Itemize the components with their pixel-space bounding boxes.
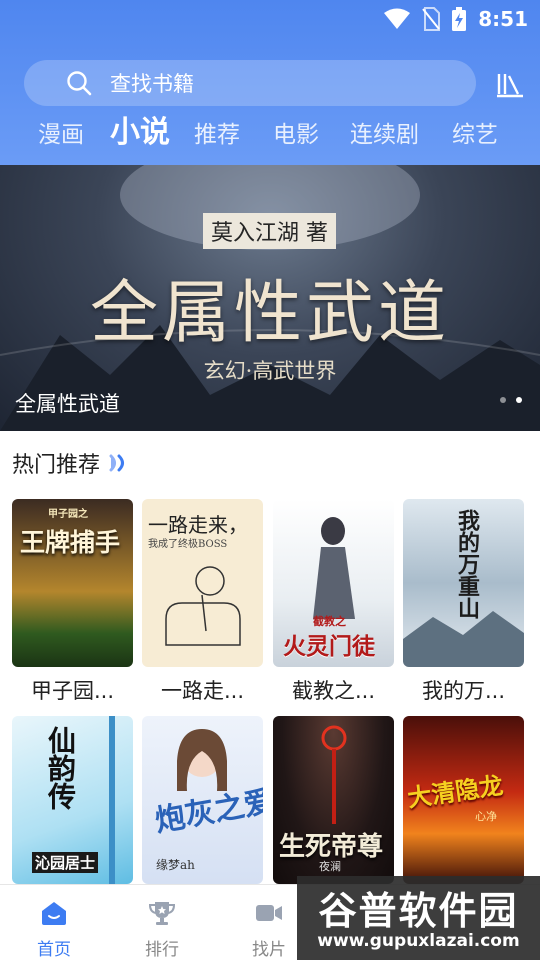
book-card[interactable]: 一路走来， 我成了终极BOSS 一路走...: [142, 499, 263, 705]
cover-title: 我的万重山: [454, 509, 480, 619]
tab-novel[interactable]: 小说: [110, 110, 170, 156]
nav-ranking[interactable]: 排行: [122, 885, 202, 960]
book-cover[interactable]: 生死帝尊 夜澜: [273, 716, 394, 884]
battery-charging-icon: [452, 7, 467, 31]
watermark-title: 谷普软件园: [318, 889, 519, 933]
book-title: 我的万...: [421, 679, 506, 703]
home-icon: [42, 902, 66, 925]
cover-title: 大清隐龙: [405, 770, 505, 813]
tab-movie[interactable]: 电影: [273, 112, 319, 158]
bookshelf-icon[interactable]: [496, 70, 524, 98]
search-input[interactable]: 查找书籍: [24, 60, 476, 106]
cover-title: 王牌捕手: [20, 528, 121, 557]
nav-label: 首页: [37, 940, 71, 960]
cover-subtitle: 我成了终极BOSS: [148, 539, 228, 550]
book-card[interactable]: 我的万重山 我的万...: [403, 499, 524, 705]
double-arrow-icon: [109, 454, 125, 472]
cover-title: 仙韵传: [44, 726, 77, 810]
book-cover[interactable]: 大清隐龙 心净: [403, 716, 524, 884]
book-cover[interactable]: 炮灰之爱 缘梦ah: [142, 716, 263, 884]
search-icon: [67, 71, 92, 96]
carousel-indicator: [500, 397, 522, 403]
banner-carousel[interactable]: 莫入江湖 著 全属性武道 玄幻·高武世界 全属性武道: [0, 165, 540, 431]
cover-subtitle: 心净: [475, 810, 497, 823]
cover-illustration: [165, 566, 241, 646]
banner-author-tag: 莫入江湖 著: [203, 213, 336, 249]
banner-author: 莫入江湖 著: [211, 221, 328, 246]
carousel-dot-active[interactable]: [516, 397, 522, 403]
cover-illustration: [177, 729, 227, 791]
book-card[interactable]: 大清隐龙 心净: [403, 716, 524, 884]
banner-genre: 玄幻·高武世界: [203, 359, 337, 383]
book-card[interactable]: 截教之 火灵门徒 截教之...: [273, 499, 394, 705]
cover-title: 火灵门徒: [283, 633, 375, 660]
book-title: 一路走...: [160, 679, 245, 703]
book-cover[interactable]: 甲子园之 王牌捕手: [12, 499, 133, 667]
video-camera-icon: [256, 905, 282, 921]
category-tabs: 漫画 小说 推荐 电影 连续剧 综艺: [0, 112, 540, 158]
nav-home[interactable]: 首页: [14, 885, 94, 960]
book-cover[interactable]: 截教之 火灵门徒: [273, 499, 394, 667]
nav-label: 排行: [145, 940, 179, 960]
watermark-url: www.gupuxlazai.com: [317, 931, 520, 951]
tab-tv-series[interactable]: 连续剧: [350, 112, 419, 158]
section-title: 热门推荐: [12, 453, 101, 478]
book-cover[interactable]: 我的万重山: [403, 499, 524, 667]
cover-subtitle: 沁园居士: [32, 852, 99, 873]
book-card[interactable]: 炮灰之爱 缘梦ah: [142, 716, 263, 884]
cover-subtitle: 夜澜: [319, 860, 341, 873]
book-cover[interactable]: 仙韵传 沁园居士: [12, 716, 133, 884]
search-placeholder: 查找书籍: [110, 72, 194, 96]
banner-caption: 全属性武道: [15, 392, 120, 416]
cover-sword-illustration: [109, 716, 115, 884]
cover-subtitle: 缘梦ah: [156, 858, 195, 872]
book-card[interactable]: 仙韵传 沁园居士: [12, 716, 133, 884]
top-header: 8:51 查找书籍 漫画 小说 推荐 电影 连续剧 综艺: [0, 0, 540, 165]
cover-illustration: [313, 517, 355, 619]
banner-cover-title: 全属性武道: [89, 274, 450, 353]
tab-recommend[interactable]: 推荐: [194, 112, 240, 158]
book-title: 甲子园...: [30, 679, 115, 703]
cover-subtitle: 甲子园之: [48, 509, 88, 520]
book-card[interactable]: 生死帝尊 夜澜: [273, 716, 394, 884]
cover-title: 一路走来，: [148, 513, 248, 537]
status-bar: 8:51: [0, 0, 540, 38]
clock-time: 8:51: [478, 7, 528, 31]
no-sim-icon: [422, 7, 441, 31]
tab-manhua[interactable]: 漫画: [38, 112, 84, 158]
site-watermark: 谷普软件园 www.gupuxlazai.com: [297, 876, 540, 960]
book-title: 截教之...: [291, 679, 376, 703]
hot-recommend-header: 热门推荐: [12, 446, 130, 480]
search-row: 查找书籍: [24, 60, 524, 106]
carousel-dot[interactable]: [500, 397, 506, 403]
trophy-icon: [148, 902, 176, 925]
tab-variety[interactable]: 综艺: [452, 112, 498, 158]
book-card[interactable]: 甲子园之 王牌捕手 甲子园...: [12, 499, 133, 705]
wifi-icon: [384, 8, 411, 29]
cover-illustration: [321, 725, 347, 824]
book-cover[interactable]: 一路走来， 我成了终极BOSS: [142, 499, 263, 667]
